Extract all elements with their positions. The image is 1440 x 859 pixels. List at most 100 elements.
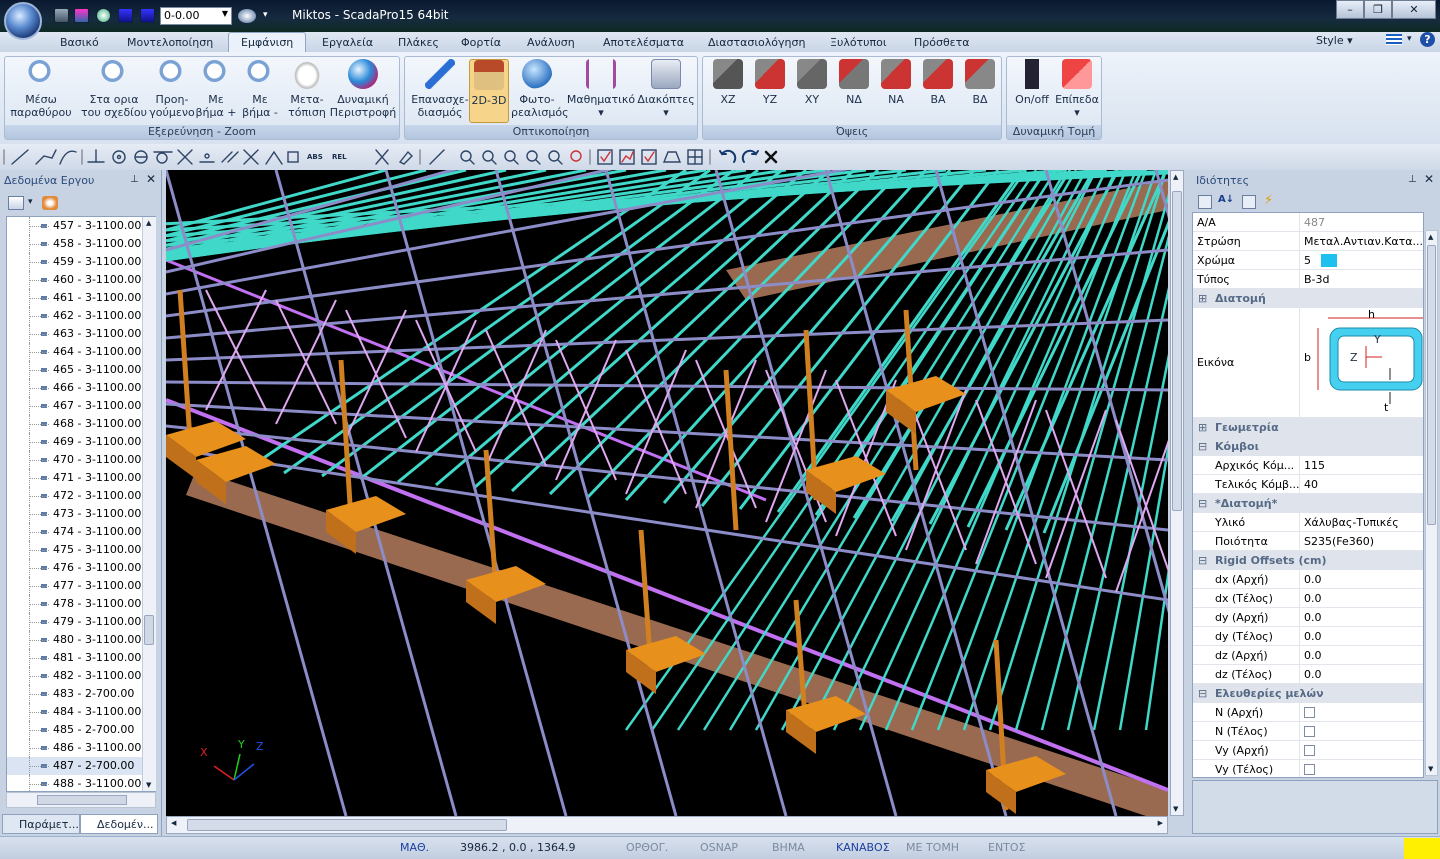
midpoint-icon[interactable] bbox=[265, 150, 283, 165]
section-planes-button[interactable]: Επίπεδα ▾ bbox=[1055, 59, 1099, 119]
categorized-icon[interactable] bbox=[1198, 195, 1212, 209]
prop-value[interactable]: Μεταλ.Αντιαν.Κατα... bbox=[1300, 232, 1423, 250]
curve-tool-icon[interactable] bbox=[59, 150, 77, 165]
tree-item[interactable]: 470 - 3-1100.00 bbox=[7, 451, 155, 469]
pin-icon[interactable]: ⊥ bbox=[1408, 174, 1417, 185]
prop-value[interactable]: Χάλυβας-Τυπικές bbox=[1300, 513, 1423, 531]
parallel-icon[interactable] bbox=[221, 151, 239, 163]
switches-button[interactable]: Διακόπτες ▾ bbox=[637, 59, 695, 119]
center-icon[interactable] bbox=[112, 150, 126, 164]
status-mode-toggle[interactable]: ΕΝΤΟΣ bbox=[988, 841, 1026, 854]
tree-item[interactable]: 472 - 3-1100.00 bbox=[7, 487, 155, 505]
status-mode-toggle[interactable]: ΜΕ ΤΟΜΗ bbox=[906, 841, 959, 854]
scroll-thumb[interactable] bbox=[1172, 191, 1182, 511]
tree-item[interactable]: 462 - 3-1100.00 bbox=[7, 307, 155, 325]
prop-value[interactable]: 0.0 bbox=[1300, 589, 1423, 607]
minimize-button[interactable]: – bbox=[1336, 0, 1364, 19]
zoom-in-small-icon[interactable] bbox=[526, 150, 541, 165]
prop-row[interactable]: Υλικό Χάλυβας-Τυπικές bbox=[1193, 513, 1423, 532]
regenerate-button[interactable]: Επανασχε-διασμός bbox=[409, 59, 471, 119]
prop-row[interactable]: N (Τέλος) bbox=[1193, 722, 1423, 741]
endpoint-icon[interactable] bbox=[243, 149, 259, 165]
pan-small-icon[interactable] bbox=[570, 150, 582, 162]
save-icon[interactable] bbox=[54, 8, 69, 23]
image-icon[interactable] bbox=[74, 8, 89, 23]
category-releases[interactable]: Ελευθερίες μελών bbox=[1193, 684, 1423, 703]
delete-snap-icon[interactable] bbox=[375, 149, 389, 165]
tab-data[interactable]: Δεδομέν... bbox=[80, 814, 158, 834]
scroll-up-icon[interactable]: ▲ bbox=[146, 219, 151, 227]
scroll-right-icon[interactable]: ▶ bbox=[1158, 819, 1163, 827]
view-se-button[interactable]: ΝΑ bbox=[875, 59, 917, 106]
tree-item[interactable]: 459 - 3-1100.00 bbox=[7, 253, 155, 271]
tree-item[interactable]: 480 - 3-1100.00 bbox=[7, 631, 155, 649]
tree-item[interactable]: 467 - 3-1100.00 bbox=[7, 397, 155, 415]
lightning-icon[interactable]: ⚡ bbox=[1264, 193, 1273, 208]
status-mode-toggle[interactable]: ΚΑΝΑΒΟΣ bbox=[836, 841, 890, 854]
release-checkbox[interactable] bbox=[1304, 726, 1315, 737]
viewport-hscrollbar[interactable]: ◀ ▶ bbox=[166, 816, 1168, 834]
tree-item[interactable]: 475 - 3-1100.00 bbox=[7, 541, 155, 559]
prop-row[interactable]: Τελικός Κόμβ... 40 bbox=[1193, 475, 1423, 494]
tree-view-dropdown-icon[interactable]: ▾ bbox=[28, 197, 33, 207]
prop-value[interactable]: 0.0 bbox=[1300, 570, 1423, 588]
truss-chord[interactable] bbox=[384, 170, 568, 816]
prop-row[interactable]: Τύπος B-3d bbox=[1193, 270, 1423, 289]
tab-parameters[interactable]: Παράμετ... bbox=[2, 814, 80, 834]
status-mode-toggle[interactable]: OSNAP bbox=[700, 841, 738, 854]
truss-chord[interactable] bbox=[274, 170, 458, 816]
prop-value[interactable]: S235(Fe360) bbox=[1300, 532, 1423, 550]
prop-row[interactable]: dx (Αρχή) 0.0 bbox=[1193, 570, 1423, 589]
tree-item[interactable]: 481 - 3-1100.00 bbox=[7, 649, 155, 667]
pan-button[interactable]: Μετα-τόπιση bbox=[285, 59, 329, 119]
purlin[interactable] bbox=[473, 170, 831, 490]
tree-item[interactable]: 488 - 3-1100.00 bbox=[7, 775, 155, 791]
status-mode-toggle[interactable]: ΟΡΘΟΓ. bbox=[626, 841, 668, 854]
layers-icon[interactable] bbox=[118, 8, 133, 23]
column[interactable] bbox=[723, 369, 739, 531]
scroll-left-icon[interactable]: ◀ bbox=[171, 819, 176, 827]
tab-analysis[interactable]: Ανάλυση bbox=[527, 36, 575, 49]
zoom-out-button[interactable]: Με βήμα - bbox=[237, 59, 283, 119]
panel-close-icon[interactable]: ✕ bbox=[146, 172, 156, 186]
help-button[interactable]: ? bbox=[1420, 32, 1435, 47]
abs-toggle[interactable]: ABS bbox=[307, 153, 323, 161]
undo-icon[interactable] bbox=[719, 149, 737, 163]
zoom-extents-button[interactable]: Στα ορια του σχεδίου bbox=[79, 59, 149, 119]
tab-modeling[interactable]: Μοντελοποίηση bbox=[127, 36, 213, 49]
sort-az-icon[interactable]: A↓ bbox=[1218, 194, 1234, 205]
scroll-down-icon[interactable]: ▼ bbox=[146, 781, 151, 789]
tree-item[interactable]: 471 - 3-1100.00 bbox=[7, 469, 155, 487]
tab-addons[interactable]: Πρόσθετα bbox=[914, 36, 970, 49]
check-layer-icon[interactable] bbox=[597, 149, 613, 165]
nearest-icon[interactable] bbox=[199, 153, 215, 163]
qat-dropdown-icon[interactable]: ▾ bbox=[263, 10, 268, 20]
tree-view-icon[interactable] bbox=[8, 196, 24, 210]
prop-row[interactable]: Vy (Αρχή) bbox=[1193, 741, 1423, 760]
scroll-up-icon[interactable]: ▲ bbox=[1173, 173, 1178, 181]
prop-row[interactable]: Αρχικός Κόμ... 115 bbox=[1193, 456, 1423, 475]
tree-item[interactable]: 458 - 3-1100.00 bbox=[7, 235, 155, 253]
tab-results[interactable]: Αποτελέσματα bbox=[603, 36, 684, 49]
perpendicular-icon[interactable] bbox=[87, 149, 105, 163]
status-math[interactable]: ΜΑΘ. bbox=[400, 841, 429, 854]
app-menu-orb[interactable] bbox=[4, 2, 42, 40]
scroll-down-icon[interactable]: ▼ bbox=[1173, 805, 1178, 813]
node-snap-icon[interactable] bbox=[287, 151, 299, 163]
category-geometry[interactable]: Γεωμετρία bbox=[1193, 418, 1423, 437]
intersection-icon[interactable] bbox=[177, 149, 193, 165]
prop-row[interactable]: dy (Αρχή) 0.0 bbox=[1193, 608, 1423, 627]
tree-item[interactable]: 457 - 3-1100.00 bbox=[7, 217, 155, 235]
shape-icon[interactable] bbox=[662, 151, 682, 163]
prop-value[interactable]: B-3d bbox=[1300, 270, 1423, 288]
category-section[interactable]: Διατομή bbox=[1193, 289, 1423, 308]
tree-item[interactable]: 478 - 3-1100.00 bbox=[7, 595, 155, 613]
hscroll-thumb[interactable] bbox=[187, 819, 507, 831]
rel-toggle[interactable]: REL bbox=[332, 153, 347, 161]
prop-value[interactable]: 0.0 bbox=[1300, 627, 1423, 645]
layer-select[interactable]: 0-0.00 ▼ bbox=[160, 7, 232, 25]
tree-item[interactable]: 463 - 3-1100.00 bbox=[7, 325, 155, 343]
maximize-button[interactable]: ❐ bbox=[1364, 0, 1392, 19]
prop-row[interactable]: dy (Τέλος) 0.0 bbox=[1193, 627, 1423, 646]
tab-formwork[interactable]: Ξυλότυποι bbox=[830, 36, 887, 49]
